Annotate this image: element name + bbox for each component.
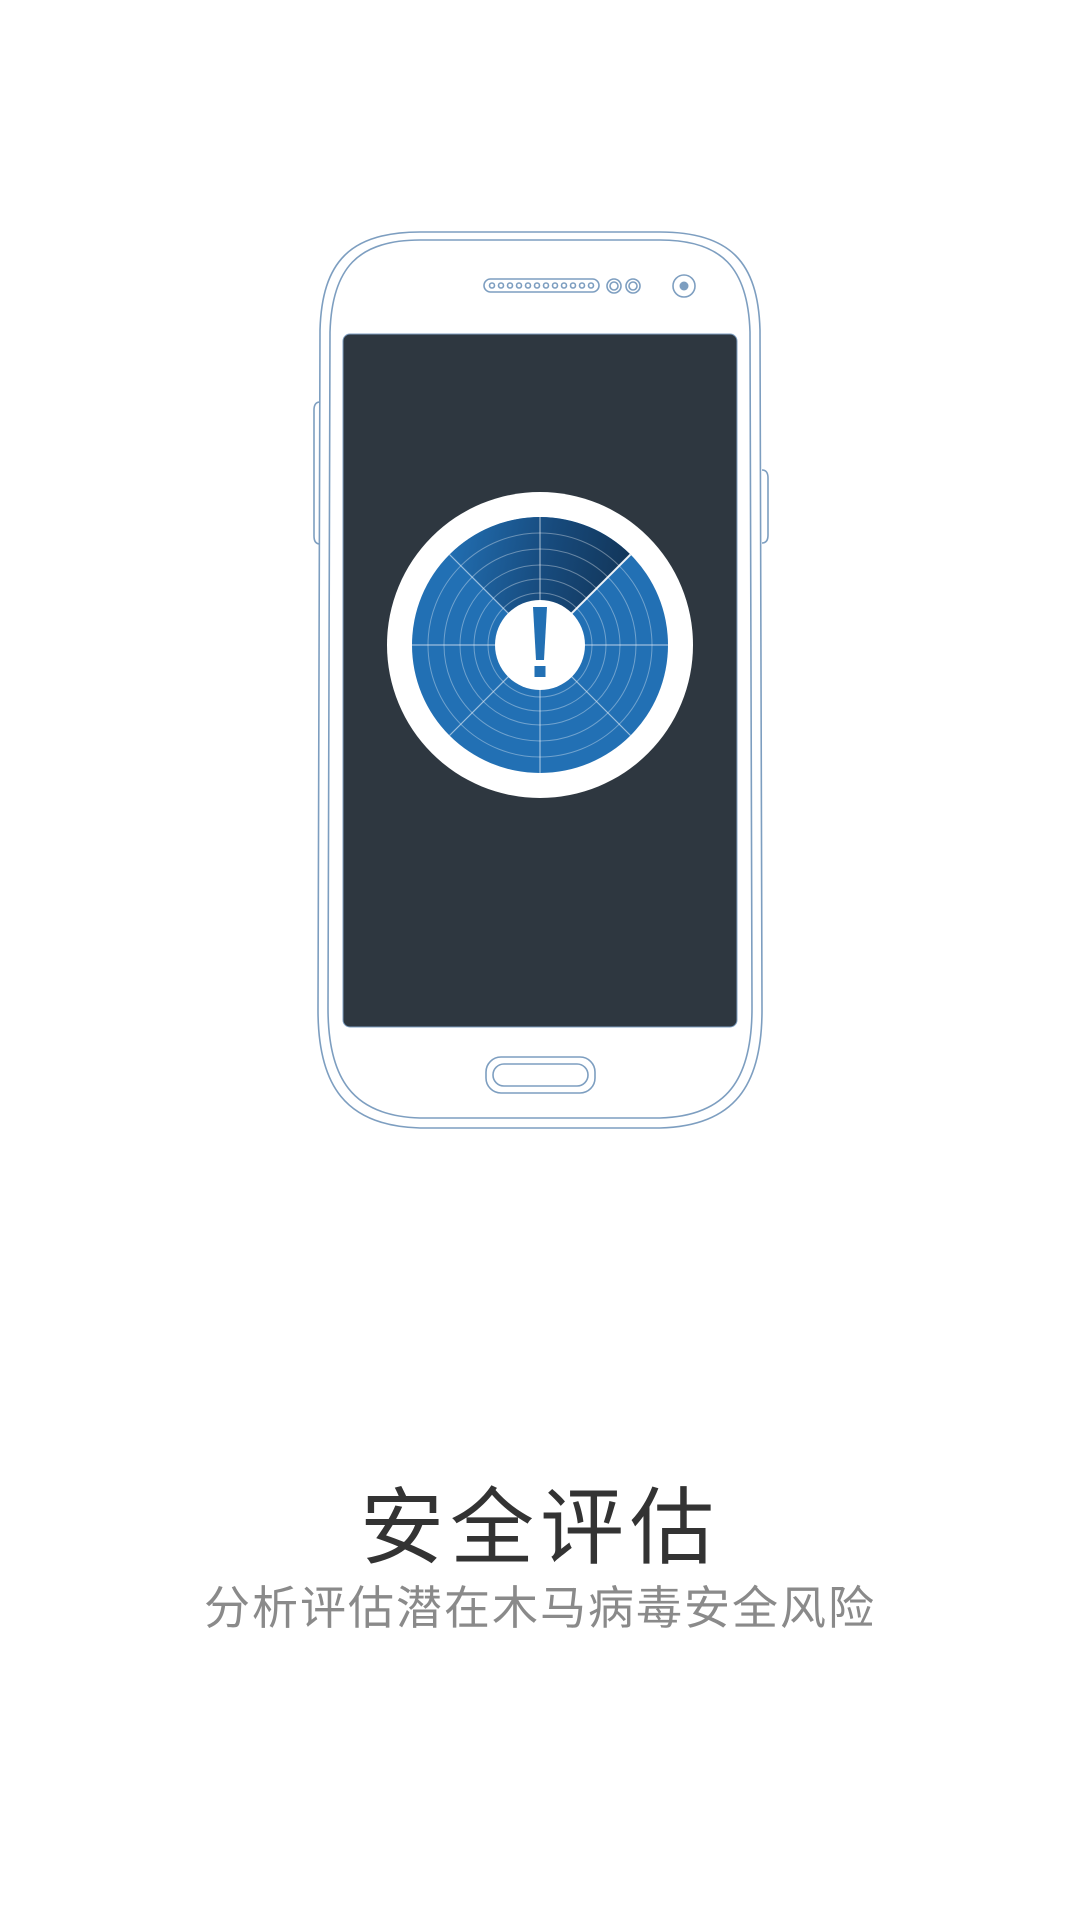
speaker-grille (483, 278, 600, 293)
onboarding-page: 安全评估 分析评估潜在木马病毒安全风险 (0, 0, 1080, 1920)
proximity-sensors (606, 278, 641, 294)
home-button (485, 1056, 596, 1094)
front-camera (672, 274, 696, 298)
exclamation-icon (533, 607, 547, 677)
feature-title: 安全评估 (359, 1479, 720, 1577)
radar-warning-icon (387, 492, 693, 798)
phone-illustration (313, 231, 769, 1129)
feature-subtitle: 分析评估潜在木马病毒安全风险 (204, 1581, 876, 1635)
